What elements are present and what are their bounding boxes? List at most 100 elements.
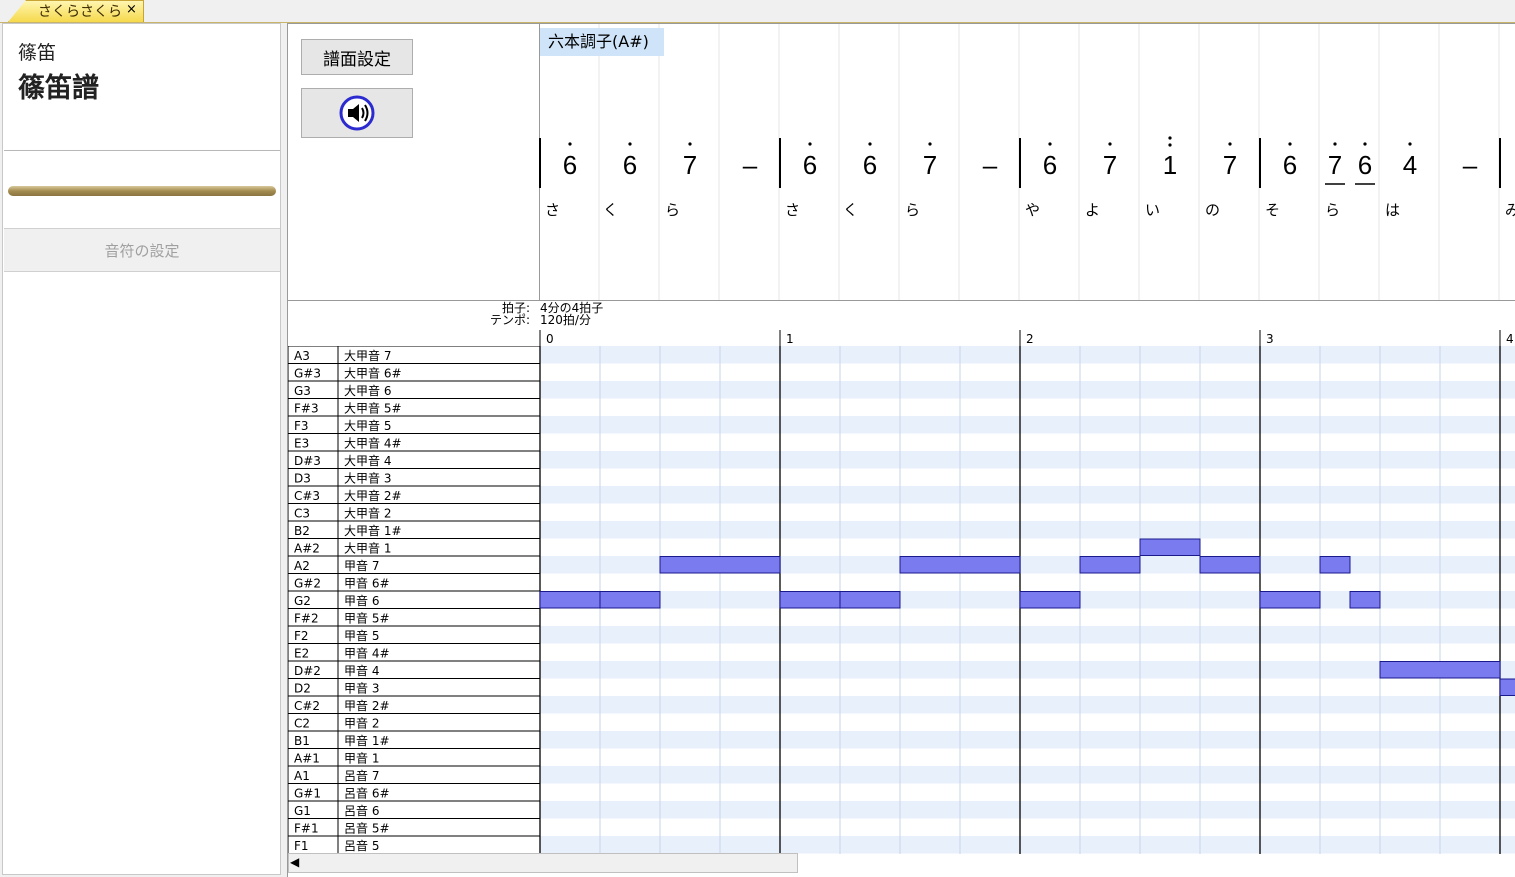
octave-dot [688, 142, 692, 146]
staff-note[interactable]: 6 [1043, 150, 1057, 180]
lyric: ら [905, 201, 920, 219]
roll-note[interactable] [539, 591, 601, 609]
note-name-label: 呂音 5 [344, 838, 379, 853]
roll-note[interactable] [1199, 556, 1261, 574]
pitch-label: C3 [294, 507, 310, 521]
row-header [288, 678, 541, 697]
note-name-label: 甲音 1# [344, 733, 390, 748]
note-name-label: 呂音 7 [344, 768, 379, 783]
piano-roll[interactable]: A3 大甲音 7 G#3 大甲音 6# G3 大甲音 6 F#3 大甲音 5# F3 大甲音 5 E… [288, 346, 1515, 854]
lyric: さ [545, 201, 560, 219]
staff-note[interactable]: 7 [1223, 150, 1237, 180]
scroll-left-arrow[interactable]: ◀ [290, 855, 299, 869]
note-name-label: 呂音 6# [344, 786, 390, 801]
lyric: ら [665, 201, 680, 219]
pitch-label: B2 [294, 524, 310, 538]
lyric: よ [1085, 201, 1100, 219]
pitch-label: F#3 [294, 402, 319, 416]
row-header [288, 783, 541, 802]
staff-note[interactable]: 6 [1358, 150, 1372, 180]
note-name-label: 甲音 7 [344, 558, 379, 573]
row-header [288, 380, 541, 399]
staff-note[interactable]: 7 [1328, 150, 1342, 180]
staff-note[interactable]: 6 [803, 150, 817, 180]
staff-note[interactable]: 6 [1283, 150, 1297, 180]
row-header [288, 433, 541, 452]
staff-note[interactable]: 7 [683, 150, 697, 180]
row-header [288, 450, 541, 469]
octave-dot [1288, 142, 1292, 146]
pitch-label: A3 [294, 349, 310, 363]
row-header [288, 625, 541, 644]
roll-note[interactable] [1139, 538, 1201, 556]
note-name-label: 呂音 5# [344, 821, 390, 836]
lyric: そ [1265, 201, 1280, 219]
staff-note[interactable]: – [983, 150, 998, 180]
staff-note[interactable]: 1 [1163, 150, 1177, 180]
staff-note[interactable]: 6 [563, 150, 577, 180]
row-header [288, 468, 541, 487]
roll-row [540, 398, 1515, 416]
row-header [288, 800, 541, 819]
staff-note[interactable]: 4 [1403, 150, 1417, 180]
row-header [288, 415, 541, 434]
roll-note[interactable] [779, 591, 841, 609]
staff-note[interactable]: – [1463, 150, 1478, 180]
roll-note[interactable] [1079, 556, 1141, 574]
lyric: く [603, 201, 618, 219]
staff-note[interactable]: 6 [863, 150, 877, 180]
row-header [288, 818, 541, 837]
row-header [288, 503, 541, 522]
row-header [288, 608, 541, 627]
pitch-label: D#2 [294, 664, 321, 678]
roll-note[interactable] [1349, 591, 1381, 609]
row-header [288, 555, 541, 574]
staff-note[interactable]: – [743, 150, 758, 180]
octave-dot [568, 142, 572, 146]
roll-note[interactable] [1019, 591, 1081, 609]
note-name-label: 大甲音 7 [344, 348, 391, 363]
row-header [288, 765, 541, 784]
octave-dot [1048, 142, 1052, 146]
lyric: さ [785, 201, 800, 219]
pitch-label: G1 [294, 804, 311, 818]
pitch-label: A#2 [294, 542, 320, 556]
roll-row [540, 801, 1515, 819]
row-header [288, 730, 541, 749]
note-name-label: 甲音 6# [344, 576, 390, 591]
roll-note[interactable] [599, 591, 661, 609]
note-name-label: 甲音 5# [344, 611, 390, 626]
roll-row [540, 521, 1515, 539]
pitch-label: G#3 [294, 367, 321, 381]
note-name-label: 甲音 6 [344, 593, 379, 608]
staff-note[interactable]: 6 [623, 150, 637, 180]
roll-row [540, 696, 1515, 714]
roll-row [540, 486, 1515, 504]
pitch-label: D3 [294, 472, 311, 486]
lyric: は [1385, 201, 1400, 219]
pitch-label: A2 [294, 559, 310, 573]
octave-dot [808, 142, 812, 146]
roll-row [540, 661, 1515, 679]
roll-note[interactable] [659, 556, 781, 574]
roll-row [540, 766, 1515, 784]
roll-row [540, 643, 1515, 661]
roll-row [540, 416, 1515, 434]
roll-note[interactable] [1379, 661, 1501, 679]
row-header [288, 748, 541, 767]
octave-dot [928, 142, 932, 146]
roll-note[interactable] [899, 556, 1021, 574]
staff-note[interactable]: 7 [923, 150, 937, 180]
roll-note[interactable] [1319, 556, 1351, 574]
row-header [288, 713, 541, 732]
lyric: ら [1325, 201, 1340, 219]
roll-note[interactable] [1499, 678, 1515, 696]
octave-dot [1363, 142, 1367, 146]
roll-note[interactable] [839, 591, 901, 609]
staff-note[interactable]: 7 [1103, 150, 1117, 180]
horizontal-scrollbar[interactable] [288, 853, 798, 873]
roll-note[interactable] [1259, 591, 1321, 609]
row-header [288, 520, 541, 539]
row-header [288, 363, 541, 382]
octave-dot [1408, 142, 1412, 146]
